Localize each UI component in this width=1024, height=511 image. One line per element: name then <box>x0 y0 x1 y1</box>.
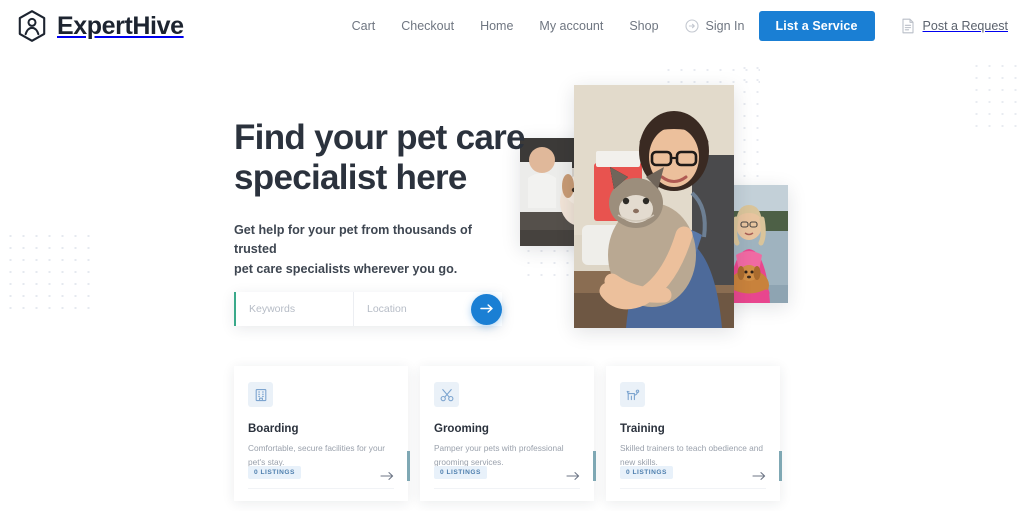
dog-icon <box>620 382 645 407</box>
card-accent-bar <box>779 451 782 481</box>
brand-logo[interactable]: ExpertHive <box>16 9 184 43</box>
category-title: Boarding <box>248 423 299 435</box>
card-divider <box>620 488 766 489</box>
search-bar <box>234 292 502 326</box>
hero-text-block: Find your pet care specialist here Get h… <box>234 118 534 279</box>
arrow-right-icon[interactable] <box>752 468 766 480</box>
nav-my-account[interactable]: My account <box>539 19 603 33</box>
hero-title-line-1: Find your pet care <box>234 118 525 157</box>
search-input[interactable] <box>249 303 353 315</box>
card-accent-bar <box>593 451 596 481</box>
listings-badge: 0 LISTINGS <box>620 466 673 479</box>
keywords-field <box>236 292 354 326</box>
listings-badge: 0 LISTINGS <box>248 466 301 479</box>
hero-title-line-2: specialist here <box>234 158 467 198</box>
card-footer: 0 LISTINGS <box>248 466 394 480</box>
nav-home[interactable]: Home <box>480 19 513 33</box>
category-card-boarding[interactable]: Boarding Comfortable, secure facilities … <box>234 366 410 501</box>
arrow-right-icon <box>479 302 494 317</box>
card-divider <box>434 488 580 489</box>
card-divider <box>248 488 394 489</box>
category-title: Grooming <box>434 423 489 435</box>
category-card-training[interactable]: Training Skilled trainers to teach obedi… <box>606 366 782 501</box>
category-card-grooming[interactable]: Grooming Pamper your pets with professio… <box>420 366 596 501</box>
list-a-service-button[interactable]: List a Service <box>758 11 875 41</box>
card-footer: 0 LISTINGS <box>620 466 766 480</box>
scissors-icon <box>434 382 459 407</box>
category-title: Training <box>620 423 665 435</box>
search-submit-button[interactable] <box>471 294 502 325</box>
post-a-request-label: Post a Request <box>922 19 1008 33</box>
sign-in-link[interactable]: Sign In <box>684 19 745 33</box>
hero-subtitle-line-1: Get help for your pet from thousands of … <box>234 222 472 257</box>
main-navigation: Cart Checkout Home My account Shop Sign … <box>352 19 745 33</box>
hero-subtitle-line-2: pet care specialists wherever you go. <box>234 261 458 276</box>
arrow-circle-right-icon <box>684 19 699 33</box>
nav-shop[interactable]: Shop <box>629 19 658 33</box>
photo-vet-with-cat <box>574 85 734 328</box>
brand-name: ExpertHive <box>57 11 184 40</box>
arrow-right-icon[interactable] <box>566 468 580 480</box>
arrow-right-icon[interactable] <box>380 468 394 480</box>
post-a-request-link[interactable]: Post a Request <box>901 18 1008 34</box>
hero-subtitle: Get help for your pet from thousands of … <box>234 221 509 280</box>
nav-checkout[interactable]: Checkout <box>401 19 454 33</box>
document-icon <box>901 18 915 34</box>
card-accent-bar <box>407 451 410 481</box>
landing-page: ExpertHive Cart Checkout Home My account… <box>0 0 1024 511</box>
building-icon <box>248 382 273 407</box>
site-header: ExpertHive Cart Checkout Home My account… <box>0 0 1024 52</box>
sign-in-label: Sign In <box>705 19 745 33</box>
hexagon-user-icon <box>16 9 48 43</box>
nav-cart[interactable]: Cart <box>352 19 376 33</box>
card-footer: 0 LISTINGS <box>434 466 580 480</box>
header-actions: List a Service Post a Request <box>758 11 1008 41</box>
listings-badge: 0 LISTINGS <box>434 466 487 479</box>
page-title: Find your pet care specialist here <box>234 118 534 199</box>
category-card-list: Boarding Comfortable, secure facilities … <box>234 366 782 501</box>
